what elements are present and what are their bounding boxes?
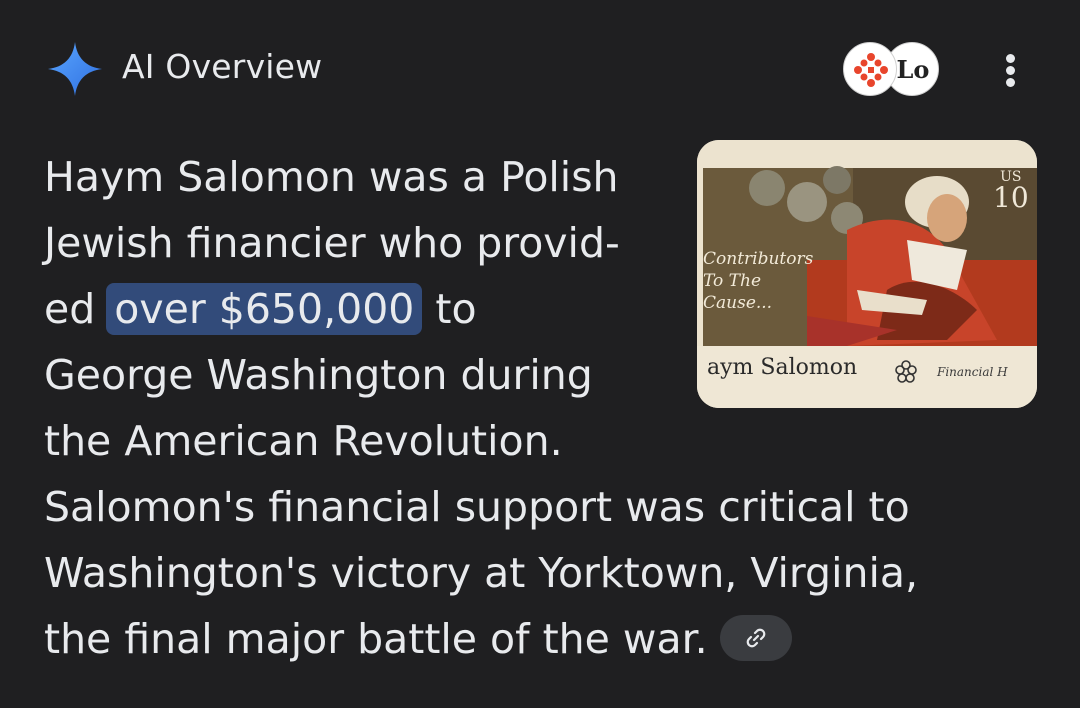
more-vert-icon[interactable] bbox=[992, 46, 1032, 94]
highlighted-amount: over $650,000 bbox=[106, 283, 423, 335]
overview-title: AI Overview bbox=[122, 47, 323, 86]
overview-header: AI Overview Lo bbox=[0, 0, 1080, 130]
overview-line: Salomon's financial support was critical… bbox=[44, 483, 910, 531]
overview-line: Haym Salomon was a Polish bbox=[44, 153, 619, 201]
overview-line: Jewish financier who provid- bbox=[44, 219, 620, 267]
source-badges[interactable]: Lo bbox=[843, 42, 943, 98]
ai-overview-card: AI Overview Lo Contributors To The Cause… bbox=[0, 0, 1080, 708]
overview-body: Haym Salomon was a Polish Jewish financi… bbox=[44, 144, 1034, 672]
fleur-logo-icon bbox=[854, 53, 888, 87]
ai-sparkle-icon bbox=[48, 42, 102, 96]
source-badge-logo[interactable] bbox=[843, 42, 897, 96]
overview-line: the American Revolution. bbox=[44, 417, 563, 465]
overview-line: Washington's victory at Yorktown, Virgin… bbox=[44, 549, 918, 597]
overview-line-last: the final major battle of the war. bbox=[44, 606, 1034, 672]
link-icon bbox=[746, 628, 766, 648]
overview-line: George Washington during bbox=[44, 351, 593, 399]
link-chip[interactable] bbox=[719, 615, 792, 661]
overview-line: ed over $650,000 to bbox=[44, 283, 477, 335]
